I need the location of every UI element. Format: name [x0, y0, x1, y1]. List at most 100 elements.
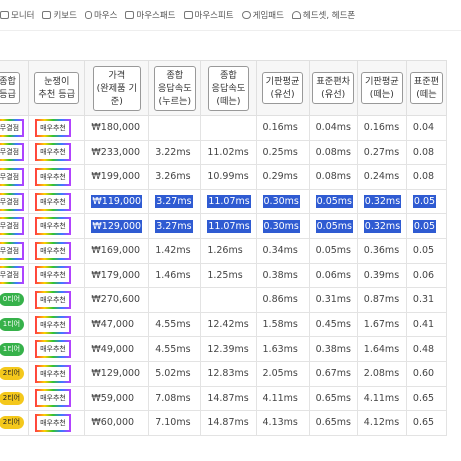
cell-avg-release[interactable]: 2.08ms	[356, 360, 407, 387]
cell-sd-release[interactable]: 0.05	[405, 188, 448, 215]
cell-price[interactable]: ₩49,000	[84, 336, 150, 362]
cell-avg-wired[interactable]: 0.16ms	[255, 115, 310, 141]
cell-rec[interactable]: 매우추천	[28, 385, 86, 412]
cell-rec[interactable]: 매우추천	[28, 237, 86, 264]
cell-rec[interactable]: 매우추천	[28, 164, 86, 190]
cell-grade[interactable]: 무결점	[0, 188, 30, 215]
cell-avg-wired[interactable]: 0.30ms	[255, 188, 310, 215]
cell-release[interactable]: 11.07ms	[200, 213, 257, 239]
table-row[interactable]: 2티어 매우추천 ₩60,000 7.10ms 14.87ms 4.13ms 0.65ms 4…	[0, 410, 448, 436]
cell-release[interactable]: 12.39ms	[200, 336, 257, 362]
cell-sd-wired[interactable]: 0.31ms	[308, 287, 358, 313]
cell-sd-wired[interactable]: 0.06ms	[308, 262, 358, 289]
cell-grade[interactable]: 무결점	[0, 262, 30, 289]
cell-avg-release[interactable]: 0.87ms	[356, 287, 407, 313]
header-sd-wired[interactable]: 표준편차 (유선)	[308, 60, 358, 116]
cell-release[interactable]: 14.87ms	[200, 410, 257, 436]
cell-price[interactable]: ₩180,000	[84, 115, 150, 141]
cell-press[interactable]: 1.46ms	[148, 262, 202, 289]
nav-monitor[interactable]: 모니터	[0, 9, 34, 21]
table-row[interactable]: 0티어 매우추천 ₩270,600 0.86ms 0.31ms 0.87ms 0.31	[0, 287, 448, 313]
cell-press[interactable]: 3.27ms	[148, 188, 202, 215]
cell-avg-release[interactable]: 0.32ms	[356, 188, 407, 215]
cell-sd-release[interactable]: 0.41	[405, 311, 448, 338]
cell-press[interactable]: 7.10ms	[148, 410, 202, 436]
cell-avg-release[interactable]: 4.11ms	[356, 385, 407, 412]
cell-avg-release[interactable]: 0.39ms	[356, 262, 407, 289]
cell-avg-wired[interactable]: 0.30ms	[255, 213, 310, 239]
header-press[interactable]: 종합 응답속도 (누르는)	[148, 60, 202, 116]
cell-sd-wired[interactable]: 0.67ms	[308, 360, 358, 387]
cell-avg-release[interactable]: 1.64ms	[356, 336, 407, 362]
cell-sd-release[interactable]: 0.08	[405, 139, 448, 166]
cell-grade[interactable]: 무결점	[0, 164, 30, 190]
cell-sd-wired[interactable]: 0.05ms	[308, 188, 358, 215]
cell-avg-release[interactable]: 0.32ms	[356, 213, 407, 239]
cell-rec[interactable]: 매우추천	[28, 188, 86, 215]
cell-sd-release[interactable]: 0.60	[405, 360, 448, 387]
header-avg-wired[interactable]: 기판평균 (유선)	[255, 60, 310, 116]
cell-price[interactable]: ₩129,000	[84, 213, 150, 239]
cell-sd-wired[interactable]: 0.65ms	[308, 410, 358, 436]
cell-press[interactable]: 1.42ms	[148, 237, 202, 264]
cell-sd-wired[interactable]: 0.38ms	[308, 336, 358, 362]
nav-mouse[interactable]: 마우스	[84, 9, 117, 21]
nav-headset[interactable]: 헤드셋, 헤드폰	[291, 9, 355, 21]
cell-grade[interactable]: 무결점	[0, 139, 30, 166]
cell-avg-wired[interactable]: 1.58ms	[255, 311, 310, 338]
table-row[interactable]: 무결점 매우추천 ₩180,000 0.16ms 0.04ms 0.16ms 0.04	[0, 115, 448, 141]
cell-price[interactable]: ₩47,000	[84, 311, 150, 338]
cell-price[interactable]: ₩59,000	[84, 385, 150, 412]
cell-sd-wired[interactable]: 0.65ms	[308, 385, 358, 412]
cell-release[interactable]	[200, 115, 257, 141]
cell-press[interactable]	[148, 115, 202, 141]
cell-grade[interactable]: 1티어	[0, 311, 30, 338]
cell-sd-wired[interactable]: 0.05ms	[308, 213, 358, 239]
cell-sd-release[interactable]: 0.48	[405, 336, 448, 362]
cell-grade[interactable]: 2티어	[0, 410, 30, 436]
cell-sd-release[interactable]: 0.06	[405, 262, 448, 289]
cell-grade[interactable]: 무결점	[0, 237, 30, 264]
cell-price[interactable]: ₩169,000	[84, 237, 150, 264]
cell-sd-release[interactable]: 0.05	[405, 237, 448, 264]
cell-press[interactable]: 3.26ms	[148, 164, 202, 190]
cell-release[interactable]	[200, 287, 257, 313]
cell-release[interactable]: 12.42ms	[200, 311, 257, 338]
cell-rec[interactable]: 매우추천	[28, 360, 86, 387]
header-avg-release[interactable]: 기판평균 (떼는)	[356, 60, 407, 116]
cell-release[interactable]: 11.02ms	[200, 139, 257, 166]
cell-avg-wired[interactable]: 0.86ms	[255, 287, 310, 313]
cell-avg-wired[interactable]: 0.25ms	[255, 139, 310, 166]
table-row[interactable]: 2티어 매우추천 ₩59,000 7.08ms 14.87ms 4.11ms 0.65ms 4…	[0, 385, 448, 412]
cell-sd-release[interactable]: 0.31	[405, 287, 448, 313]
cell-grade[interactable]: 0티어	[0, 287, 30, 313]
cell-release[interactable]: 1.25ms	[200, 262, 257, 289]
cell-grade[interactable]: 1티어	[0, 336, 30, 362]
cell-sd-wired[interactable]: 0.45ms	[308, 311, 358, 338]
table-row[interactable]: 무결점 매우추천 ₩129,000 3.27ms 11.07ms 0.30ms 0.05ms…	[0, 213, 448, 239]
nav-gamepad[interactable]: 게임패드	[241, 9, 284, 21]
cell-rec[interactable]: 매우추천	[28, 311, 86, 338]
cell-sd-release[interactable]: 0.65	[405, 385, 448, 412]
cell-release[interactable]: 14.87ms	[200, 385, 257, 412]
cell-avg-release[interactable]: 0.27ms	[356, 139, 407, 166]
cell-sd-wired[interactable]: 0.08ms	[308, 164, 358, 190]
cell-price[interactable]: ₩199,000	[84, 164, 150, 190]
cell-press[interactable]: 5.02ms	[148, 360, 202, 387]
cell-release[interactable]: 1.26ms	[200, 237, 257, 264]
cell-rec[interactable]: 매우추천	[28, 410, 86, 436]
header-price[interactable]: 가격 (완제품 기 준)	[84, 60, 150, 116]
cell-sd-release[interactable]: 0.04	[405, 115, 448, 141]
cell-price[interactable]: ₩129,000	[84, 360, 150, 387]
cell-price[interactable]: ₩119,000	[84, 188, 150, 215]
table-row[interactable]: 무결점 매우추천 ₩199,000 3.26ms 10.99ms 0.29ms 0.08ms…	[0, 164, 448, 190]
cell-avg-wired[interactable]: 0.34ms	[255, 237, 310, 264]
cell-price[interactable]: ₩270,600	[84, 287, 150, 313]
cell-press[interactable]: 3.27ms	[148, 213, 202, 239]
cell-avg-wired[interactable]: 4.13ms	[255, 410, 310, 436]
cell-avg-wired[interactable]: 4.11ms	[255, 385, 310, 412]
table-row[interactable]: 무결점 매우추천 ₩233,000 3.22ms 11.02ms 0.25ms 0.08ms…	[0, 139, 448, 166]
cell-release[interactable]: 10.99ms	[200, 164, 257, 190]
cell-price[interactable]: ₩179,000	[84, 262, 150, 289]
cell-release[interactable]: 11.07ms	[200, 188, 257, 215]
